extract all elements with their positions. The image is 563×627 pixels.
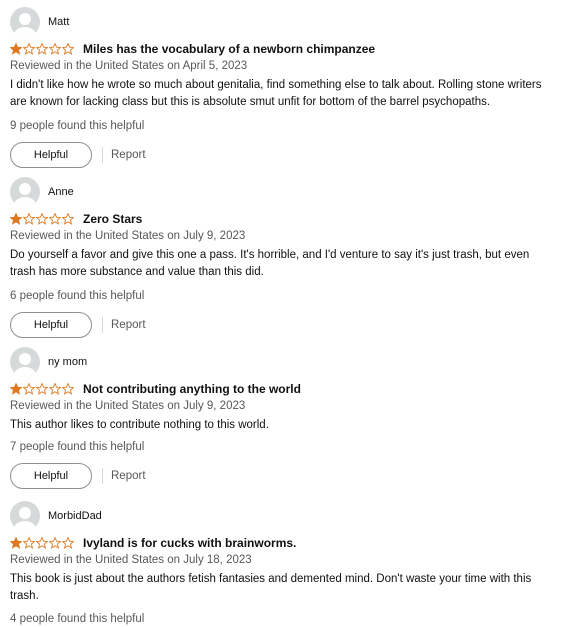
review-title[interactable]: Not contributing anything to the world xyxy=(83,382,301,396)
helpful-count: 7 people found this helpful xyxy=(10,441,145,453)
title-row: Zero Stars xyxy=(10,211,555,227)
review: Anne Zero Stars Reviewed in the United S… xyxy=(10,177,555,338)
star-rating[interactable] xyxy=(10,213,74,225)
author-name[interactable]: Anne xyxy=(48,186,74,198)
title-row: Ivyland is for cucks with brainworms. xyxy=(10,535,555,551)
helpful-count: 9 people found this helpful xyxy=(10,120,145,132)
review-body: This author likes to contribute nothing … xyxy=(10,419,269,431)
author-row: Matt xyxy=(10,7,555,37)
review-body: This book is just about the authors feti… xyxy=(10,573,532,602)
star-empty-icon xyxy=(49,537,61,549)
star-empty-icon xyxy=(49,43,61,55)
author-row: Anne xyxy=(10,177,555,207)
review-date: Reviewed in the United States on July 18… xyxy=(10,554,252,566)
star-rating[interactable] xyxy=(10,43,74,55)
helpful-button[interactable]: Helpful xyxy=(10,142,92,168)
report-link[interactable]: Report xyxy=(111,149,146,161)
helpful-count: 6 people found this helpful xyxy=(10,290,145,302)
star-empty-icon xyxy=(23,43,35,55)
author-row: ny mom xyxy=(10,347,555,377)
review-date: Reviewed in the United States on July 9,… xyxy=(10,230,246,242)
star-rating[interactable] xyxy=(10,383,74,395)
report-link[interactable]: Report xyxy=(111,470,146,482)
review-date: Reviewed in the United States on April 5… xyxy=(10,60,248,72)
star-empty-icon xyxy=(23,383,35,395)
star-empty-icon xyxy=(23,537,35,549)
author-row: MorbidDad xyxy=(10,501,555,531)
helpful-button[interactable]: Helpful xyxy=(10,312,92,338)
star-empty-icon xyxy=(36,213,48,225)
review-body: I didn't like how he wrote so much about… xyxy=(10,79,542,108)
review-actions: Helpful Report xyxy=(10,142,555,168)
review-title[interactable]: Zero Stars xyxy=(83,212,142,226)
title-row: Miles has the vocabulary of a newborn ch… xyxy=(10,41,555,57)
star-filled-icon xyxy=(10,213,22,225)
review: Matt Miles has the vocabulary of a newbo… xyxy=(10,7,555,168)
author-name[interactable]: ny mom xyxy=(48,356,87,368)
author-name[interactable]: Matt xyxy=(48,16,69,28)
star-empty-icon xyxy=(49,383,61,395)
review-date: Reviewed in the United States on July 9,… xyxy=(10,400,246,412)
review-actions: Helpful Report xyxy=(10,312,555,338)
report-link[interactable]: Report xyxy=(111,319,146,331)
avatar-icon[interactable] xyxy=(10,7,40,37)
review-actions: Helpful Report xyxy=(10,463,555,489)
star-empty-icon xyxy=(23,213,35,225)
avatar-icon[interactable] xyxy=(10,347,40,377)
avatar-icon[interactable] xyxy=(10,177,40,207)
divider xyxy=(102,147,103,163)
star-empty-icon xyxy=(62,537,74,549)
review: ny mom Not contributing anything to the … xyxy=(10,347,555,489)
review-title[interactable]: Ivyland is for cucks with brainworms. xyxy=(83,536,296,550)
review-body: Do yourself a favor and give this one a … xyxy=(10,249,530,278)
helpful-button[interactable]: Helpful xyxy=(10,463,92,489)
review: MorbidDad Ivyland is for cucks with brai… xyxy=(10,501,555,627)
avatar-icon[interactable] xyxy=(10,501,40,531)
star-empty-icon xyxy=(36,43,48,55)
star-empty-icon xyxy=(62,43,74,55)
star-filled-icon xyxy=(10,43,22,55)
review-title[interactable]: Miles has the vocabulary of a newborn ch… xyxy=(83,42,375,56)
title-row: Not contributing anything to the world xyxy=(10,381,555,397)
star-empty-icon xyxy=(62,383,74,395)
star-empty-icon xyxy=(62,213,74,225)
star-empty-icon xyxy=(49,213,61,225)
star-empty-icon xyxy=(36,383,48,395)
helpful-count: 4 people found this helpful xyxy=(10,613,145,625)
star-filled-icon xyxy=(10,383,22,395)
star-rating[interactable] xyxy=(10,537,74,549)
star-filled-icon xyxy=(10,537,22,549)
author-name[interactable]: MorbidDad xyxy=(48,510,102,522)
divider xyxy=(102,468,103,484)
divider xyxy=(102,317,103,333)
star-empty-icon xyxy=(36,537,48,549)
